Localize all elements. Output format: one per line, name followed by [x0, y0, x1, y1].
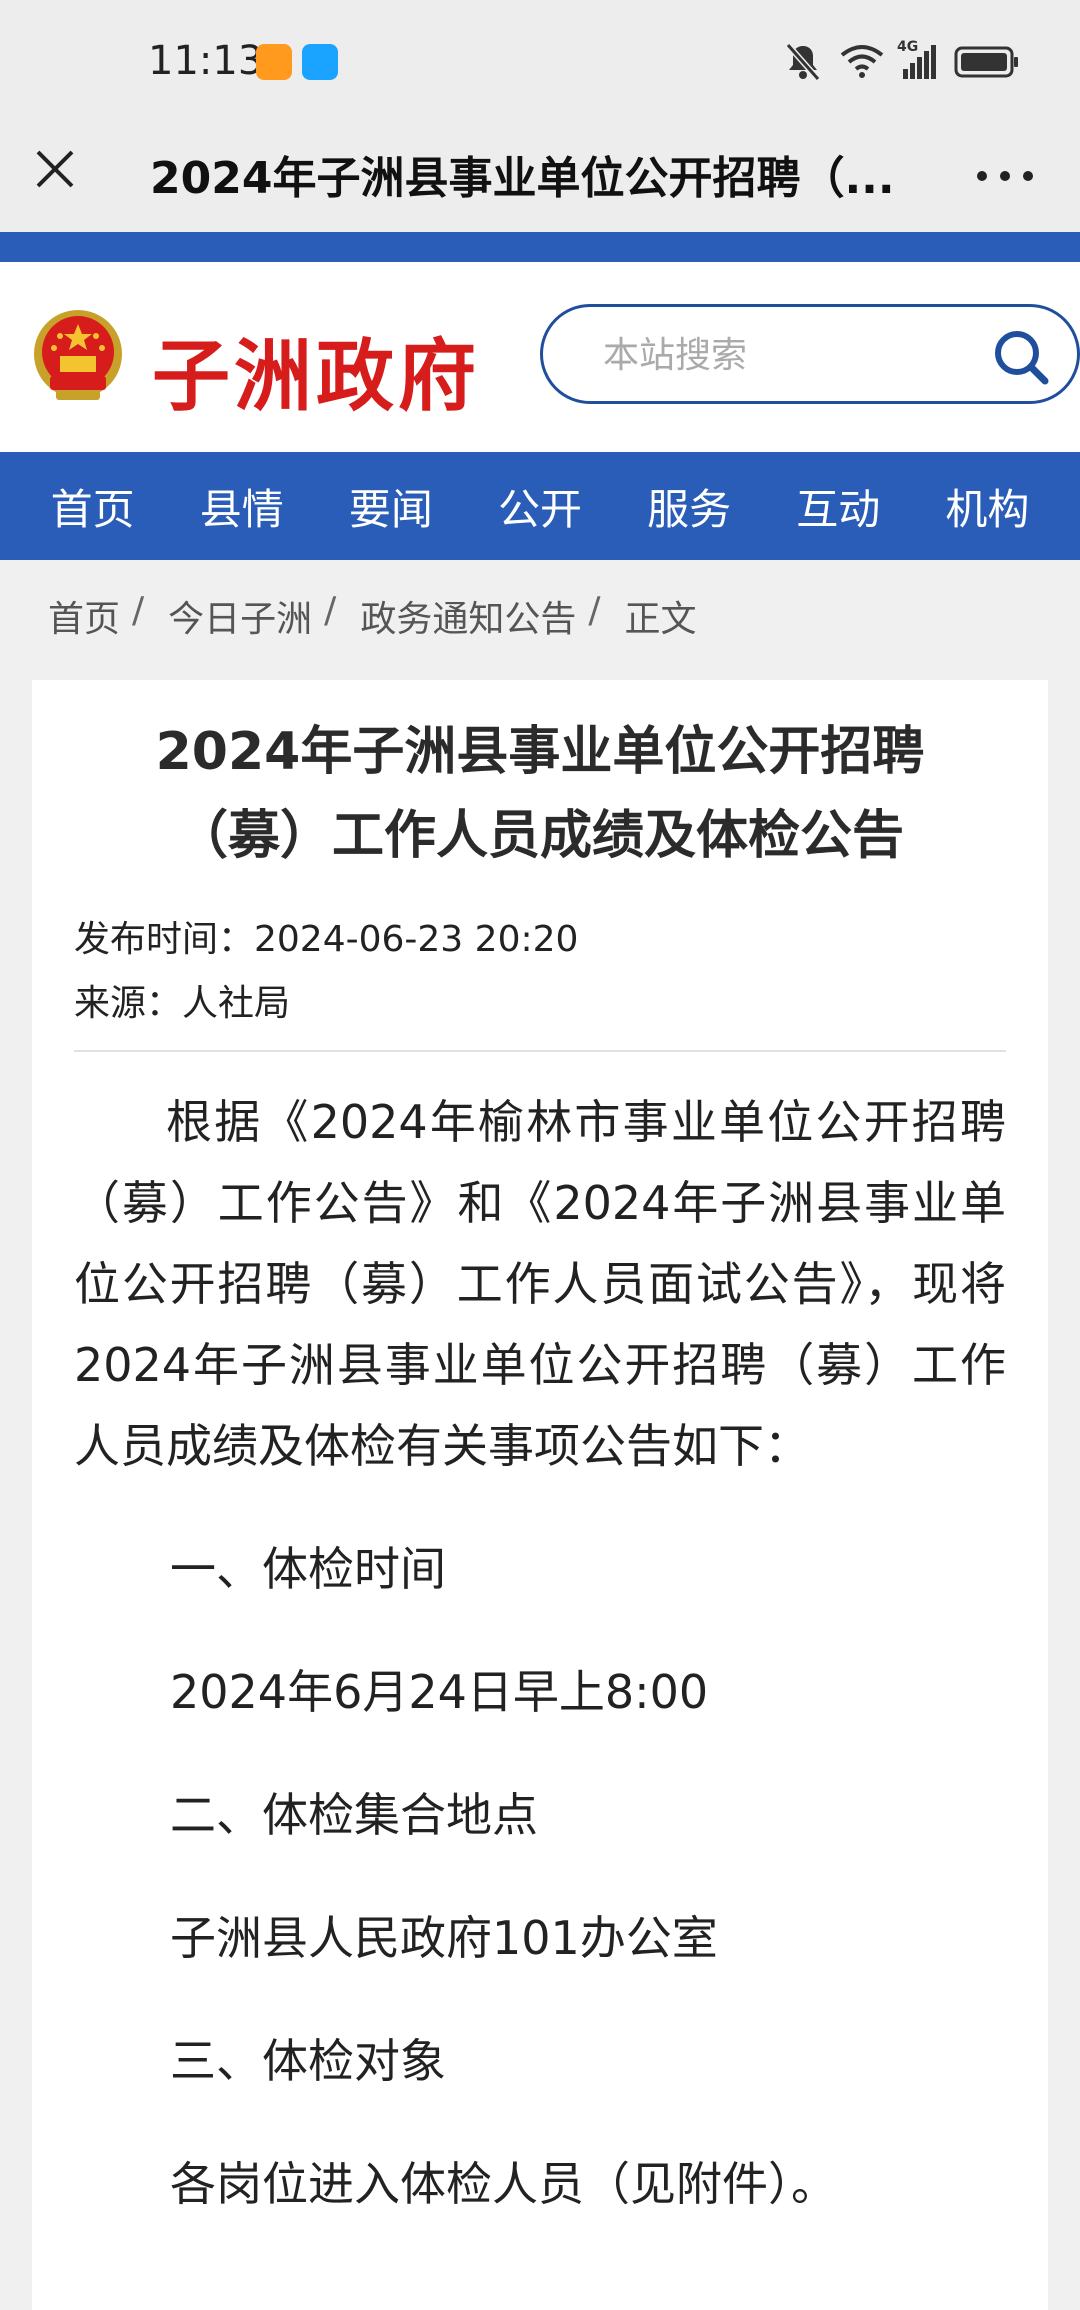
divider [74, 1050, 1006, 1052]
breadcrumb-home[interactable]: 首页 [48, 590, 120, 642]
publish-time: 发布时间：2024-06-23 20:20 [74, 919, 579, 960]
breadcrumb-separator: / [132, 590, 145, 631]
more-options-icon[interactable] [970, 146, 1040, 206]
section2-value: 子洲县人民政府101办公室 [170, 1911, 718, 1965]
mute-bell-icon [785, 43, 821, 81]
breadcrumb-separator: / [324, 590, 337, 631]
article-card: 2024年子洲县事业单位公开招聘 （募）工作人员成绩及体检公告 发布时间：202… [32, 680, 1048, 2310]
breadcrumb-today-zizhou[interactable]: 今日子洲 [168, 590, 312, 642]
section1-value: 2024年6月24日早上8:00 [170, 1665, 709, 1719]
nav-item-services[interactable]: 服务 [635, 466, 743, 547]
article-meta: 发布时间：2024-06-23 20:20 来源：人社局 [74, 908, 1006, 1036]
nav-item-institutions[interactable]: 机构 [933, 466, 1041, 547]
status-bar: 11:13 4G [0, 0, 1080, 120]
nav-item-interaction[interactable]: 互动 [784, 466, 892, 547]
nav-item-home[interactable]: 首页 [39, 466, 147, 547]
breadcrumb: 首页 / 今日子洲 / 政务通知公告 / 正文 [48, 590, 696, 642]
article-title: 2024年子洲县事业单位公开招聘 （募）工作人员成绩及体检公告 [74, 710, 1006, 878]
breadcrumb-notices[interactable]: 政务通知公告 [360, 590, 576, 642]
article-intro-paragraph: 根据《2024年榆林市事业单位公开招聘（募）工作公告》和《2024年子洲县事业单… [74, 1095, 1006, 1473]
wifi-icon [840, 45, 884, 78]
close-icon[interactable] [26, 140, 84, 198]
nav-item-news[interactable]: 要闻 [337, 466, 445, 547]
article-title-line1: 2024年子洲县事业单位公开招聘 [155, 722, 925, 782]
site-header: 子洲政府 [0, 262, 1080, 452]
page-title: 2024年子洲县事业单位公开招聘（... [150, 153, 895, 204]
section1-heading: 一、体检时间 [170, 1542, 446, 1596]
breadcrumb-separator: / [588, 590, 601, 631]
status-time: 11:13 [148, 38, 264, 84]
nav-item-public[interactable]: 公开 [486, 466, 594, 547]
search-input[interactable] [603, 325, 973, 385]
main-nav: 首页 县情 要闻 公开 服务 互动 机构 [0, 452, 1080, 560]
app-notification-icon-blue [302, 44, 338, 80]
app-notification-icon-orange [256, 44, 292, 80]
section3-value: 各岗位进入体检人员（见附件）。 [170, 2157, 837, 2211]
search-icon[interactable] [989, 325, 1053, 389]
browser-title-bar: 2024年子洲县事业单位公开招聘（... [0, 120, 1080, 232]
site-name-logo[interactable]: 子洲政府 [152, 314, 480, 426]
network-type: 4G [897, 39, 919, 55]
signal-icon: 4G [897, 39, 936, 79]
article-title-line2: （募）工作人员成绩及体检公告 [175, 806, 904, 866]
search-box [540, 304, 1080, 404]
article-source: 来源：人社局 [74, 983, 291, 1024]
breadcrumb-current: 正文 [624, 599, 697, 640]
section3-heading: 三、体检对象 [170, 2034, 446, 2088]
nav-item-county-info[interactable]: 县情 [188, 466, 296, 547]
status-indicators: 4G [785, 39, 1020, 84]
national-emblem-icon[interactable] [30, 306, 126, 406]
section2-heading: 二、体检集合地点 [170, 1788, 538, 1842]
top-accent-strip [0, 232, 1080, 262]
battery-icon [954, 46, 1018, 78]
